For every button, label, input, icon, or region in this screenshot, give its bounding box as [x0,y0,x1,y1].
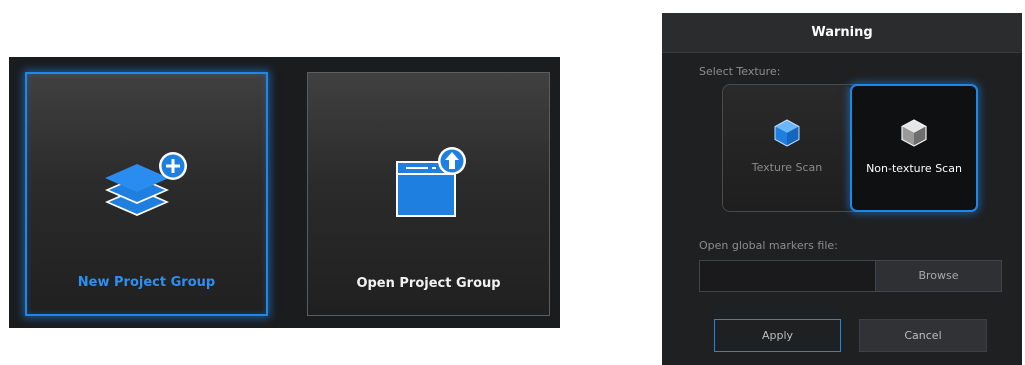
dialog-title: Warning [662,13,1022,53]
layers-add-icon [97,152,197,228]
non-texture-scan-option[interactable]: Non-texture Scan [850,84,978,212]
texture-scan-option[interactable]: Texture Scan [723,85,851,211]
blue-cube-icon [774,119,800,151]
browse-button[interactable]: Browse [875,260,1002,292]
texture-option-group: Texture Scan Non-texture Scan [722,84,978,212]
window-upload-icon [384,147,474,225]
non-texture-scan-label: Non-texture Scan [866,162,962,175]
project-group-panel: New Project Group Open Project Group [9,57,560,328]
open-project-group-label: Open Project Group [356,276,501,291]
apply-button[interactable]: Apply [714,319,841,352]
new-project-group-button[interactable]: New Project Group [25,72,268,316]
global-markers-file-input[interactable] [699,260,875,292]
warning-dialog: Warning Select Texture: Texture Scan Non… [662,13,1022,365]
grey-cube-icon [901,119,927,151]
global-markers-label: Open global markers file: [699,239,838,252]
open-project-group-button[interactable]: Open Project Group [307,72,550,316]
new-project-group-label: New Project Group [77,275,216,290]
cancel-button[interactable]: Cancel [859,319,987,352]
texture-scan-label: Texture Scan [751,161,823,174]
select-texture-label: Select Texture: [699,65,781,78]
